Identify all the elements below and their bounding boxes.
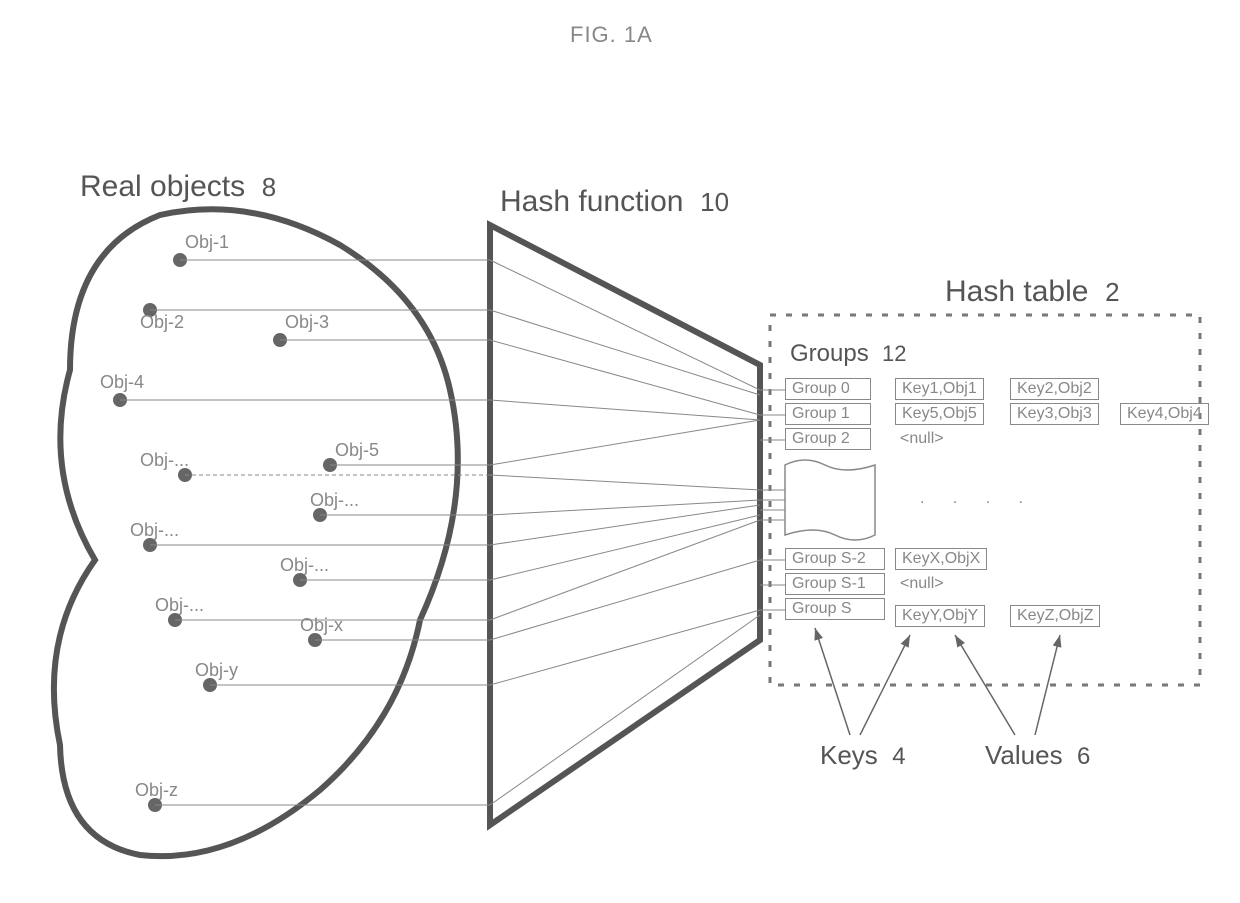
groupS1-null: <null> <box>900 575 944 593</box>
hf-13 <box>490 615 760 805</box>
hf-5 <box>490 420 760 465</box>
kv-key3: Key3,Obj3 <box>1010 403 1099 425</box>
obje2-label: Obj-... <box>310 490 359 511</box>
arrow-keys-2 <box>860 635 910 735</box>
ellipsis-dots: . . . . <box>920 490 1035 508</box>
group-1-box: Group 1 <box>785 403 871 425</box>
kv-key5: Key5,Obj5 <box>895 403 984 425</box>
obje3-label: Obj-... <box>130 520 179 541</box>
objy-label: Obj-y <box>195 660 238 681</box>
kv-keyy: KeyY,ObjY <box>895 605 985 627</box>
hf-3 <box>490 340 760 415</box>
kv-keyx: KeyX,ObjX <box>895 548 987 570</box>
group-break-shape <box>785 460 875 540</box>
hf-2 <box>490 310 760 395</box>
hf-1 <box>490 260 760 390</box>
hf-12 <box>490 610 760 685</box>
obje4-label: Obj-... <box>280 555 329 576</box>
obje1-label: Obj-... <box>140 450 189 471</box>
group-s1-box: Group S-1 <box>785 573 885 595</box>
cloud-outline <box>54 209 458 856</box>
group-2-box: Group 2 <box>785 428 871 450</box>
kv-key1: Key1,Obj1 <box>895 378 984 400</box>
hf-11 <box>490 560 760 640</box>
objz-label: Obj-z <box>135 780 178 801</box>
obj1-label: Obj-1 <box>185 232 229 253</box>
kv-key4: Key4,Obj4 <box>1120 403 1209 425</box>
arrow-keys-1 <box>815 628 850 735</box>
group-s2-box: Group S-2 <box>785 548 885 570</box>
obj2-label: Obj-2 <box>140 312 184 333</box>
obje5-label: Obj-... <box>155 595 204 616</box>
group2-null: <null> <box>900 430 944 448</box>
obj4-label: Obj-4 <box>100 372 144 393</box>
hf-7 <box>490 500 760 515</box>
kv-keyz: KeyZ,ObjZ <box>1010 605 1100 627</box>
group-0-box: Group 0 <box>785 378 871 400</box>
hf-4 <box>490 400 760 420</box>
obj3-label: Obj-3 <box>285 312 329 333</box>
obj5-label: Obj-5 <box>335 440 379 461</box>
group-s-box: Group S <box>785 598 885 620</box>
kv-key2: Key2,Obj2 <box>1010 378 1099 400</box>
hf-6 <box>490 475 760 490</box>
objx-label: Obj-x <box>300 615 343 636</box>
